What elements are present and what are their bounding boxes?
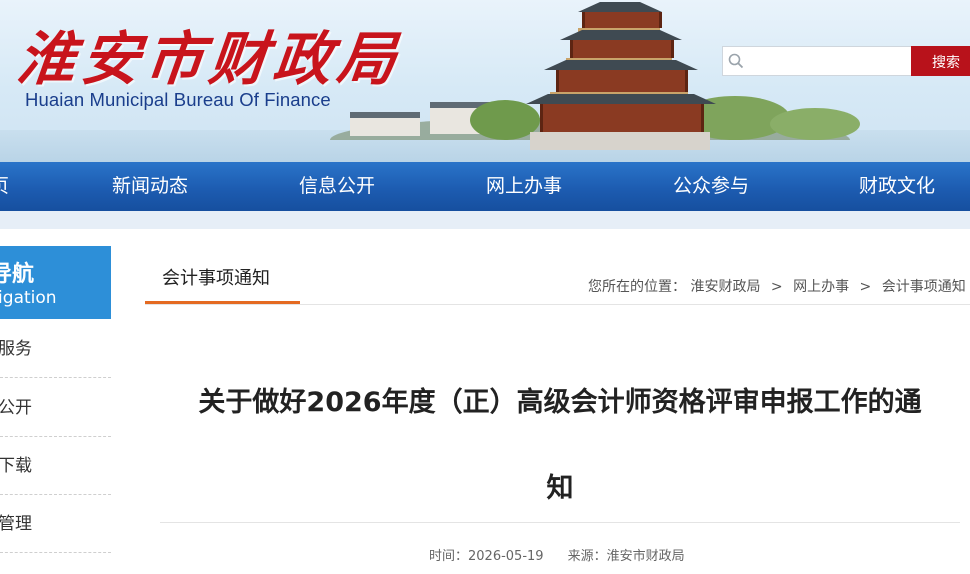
sidebar-item-disclosure[interactable]: 公开 (0, 379, 111, 437)
header-banner: 淮安市财政局 Huaian Municipal Bureau Of Financ… (0, 0, 970, 162)
publish-time-label: 时间： (429, 549, 469, 564)
sidebar-title-cn: 导航 (0, 262, 35, 287)
search-box (722, 46, 912, 76)
banner-trees (770, 108, 860, 140)
breadcrumb-item-home[interactable]: 淮安财政局 (690, 279, 760, 295)
search-input[interactable] (747, 50, 911, 74)
article-divider (160, 522, 960, 523)
nav-item-news[interactable]: 新闻动态 (112, 162, 188, 211)
publish-time-value: 2026-05-19 (468, 549, 544, 564)
banner-house (350, 112, 420, 136)
nav-item-public-participation[interactable]: 公众参与 (673, 162, 749, 211)
nav-item-home[interactable]: 页 (0, 162, 9, 211)
article-meta: 时间：2026-05-19 来源：淮安市财政局 (429, 545, 685, 564)
nav-item-online-services[interactable]: 网上办事 (486, 162, 562, 211)
sidebar-item-label: 管理 (0, 514, 32, 534)
section-divider (145, 304, 970, 305)
search-icon (728, 53, 744, 69)
logo-english: Huaian Municipal Bureau Of Finance (25, 89, 331, 110)
breadcrumb-separator: > (770, 279, 783, 295)
sidebar-item-label: 服务 (0, 339, 32, 359)
sidebar-title-en: vigation (0, 288, 57, 308)
sidebar-item-downloads[interactable]: 下载 (0, 437, 111, 495)
pagoda-illustration (520, 0, 720, 150)
breadcrumb-item-current[interactable]: 会计事项通知 (882, 279, 966, 295)
sidebar-item-label: 下载 (0, 456, 32, 476)
source-value: 淮安市财政局 (606, 549, 685, 564)
sidebar-header: 导航 vigation (0, 246, 111, 319)
sidebar-item-label: 公开 (0, 398, 32, 418)
sidebar-item-management[interactable]: 管理 (0, 495, 111, 553)
article-title-line-1: 关于做好2026年度（正）高级会计师资格评审申报工作的通 (198, 387, 922, 418)
logo-chinese: 淮安市财政局 (13, 25, 406, 93)
breadcrumb-item-online-services[interactable]: 网上办事 (793, 279, 849, 295)
search-button[interactable]: 搜索 (911, 46, 970, 76)
article-title-line-2: 知 (546, 473, 574, 504)
nav-shadow-strip (0, 211, 970, 229)
breadcrumb-separator: > (859, 279, 872, 295)
breadcrumb: 您所在的位置： 淮安财政局 > 网上办事 > 会计事项通知 (588, 276, 966, 296)
nav-item-info-disclosure[interactable]: 信息公开 (299, 162, 375, 211)
article-title: 关于做好2026年度（正）高级会计师资格评审申报工作的通 知 (160, 360, 960, 532)
main-nav: 页 新闻动态 信息公开 网上办事 公众参与 财政文化 (0, 162, 970, 212)
source-label: 来源： (567, 549, 607, 564)
breadcrumb-label: 您所在的位置： (588, 279, 686, 295)
nav-item-finance-culture[interactable]: 财政文化 (859, 162, 935, 211)
section-tab-title[interactable]: 会计事项通知 (162, 264, 270, 290)
sidebar-item-services[interactable]: 服务 (0, 320, 111, 378)
